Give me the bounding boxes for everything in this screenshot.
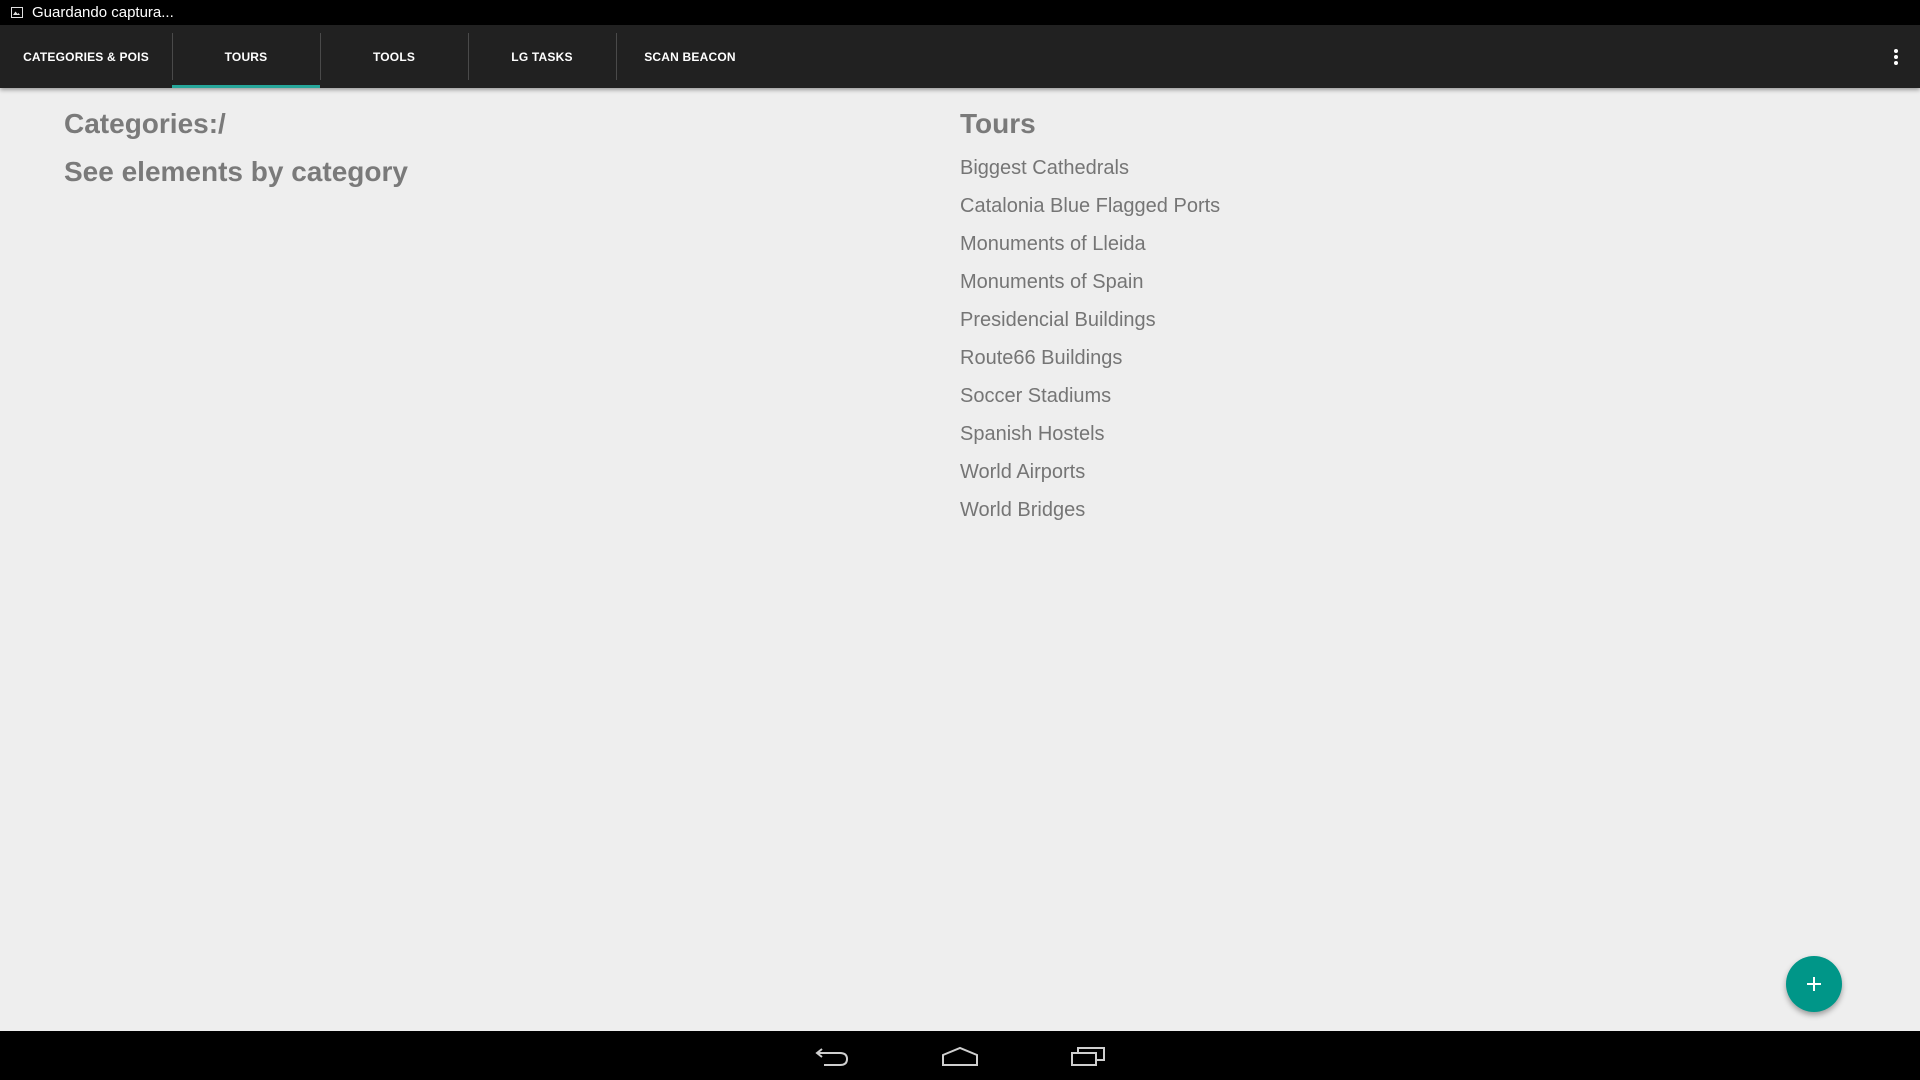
tour-item[interactable]: Spanish Hostels — [960, 415, 1220, 453]
tab-label: CATEGORIES & POIS — [23, 49, 149, 64]
categories-subheading: See elements by category — [64, 156, 408, 187]
tab-categories-pois[interactable]: CATEGORIES & POIS — [0, 25, 172, 88]
tour-item[interactable]: World Bridges — [960, 491, 1220, 529]
tab-tours[interactable]: TOURS — [172, 25, 320, 88]
more-vert-icon[interactable] — [1872, 25, 1920, 88]
tab-label: TOOLS — [372, 49, 416, 64]
notification-text: Guardando captura... — [32, 4, 174, 21]
tab-label: LG TASKS — [511, 49, 573, 64]
tab-scan-beacon[interactable]: SCAN BEACON — [616, 25, 764, 88]
status-bar: Guardando captura... — [0, 0, 1920, 25]
categories-panel: Categories:/ See elements by category — [64, 108, 408, 204]
tab-tools[interactable]: TOOLS — [320, 25, 468, 88]
tour-item[interactable]: World Airports — [960, 453, 1220, 491]
tab-lg-tasks[interactable]: LG TASKS — [468, 25, 616, 88]
categories-heading: Categories:/ — [64, 108, 226, 139]
tours-list: Biggest Cathedrals Catalonia Blue Flagge… — [960, 149, 1220, 529]
image-icon — [11, 7, 23, 18]
tour-item[interactable]: Presidencial Buildings — [960, 301, 1220, 339]
tours-title: Tours — [960, 108, 1036, 139]
back-icon[interactable] — [813, 1041, 851, 1071]
tour-item[interactable]: Biggest Cathedrals — [960, 149, 1220, 187]
tab-bar: CATEGORIES & POIS TOURS TOOLS LG TASKS S… — [0, 25, 1920, 88]
tour-item[interactable]: Catalonia Blue Flagged Ports — [960, 187, 1220, 225]
recent-apps-icon[interactable] — [1069, 1041, 1107, 1071]
home-icon[interactable] — [941, 1041, 979, 1071]
main-content: Categories:/ See elements by category To… — [0, 88, 1920, 1031]
tab-label: SCAN BEACON — [644, 49, 736, 64]
tour-item[interactable]: Soccer Stadiums — [960, 377, 1220, 415]
tour-item[interactable]: Monuments of Spain — [960, 263, 1220, 301]
tab-label: TOURS — [224, 49, 268, 64]
tour-item[interactable]: Monuments of Lleida — [960, 225, 1220, 263]
tour-item[interactable]: Route66 Buildings — [960, 339, 1220, 377]
tours-panel: Tours Biggest Cathedrals Catalonia Blue … — [960, 108, 1220, 529]
add-tour-button[interactable] — [1786, 956, 1842, 1012]
navigation-bar — [0, 1031, 1920, 1080]
plus-icon — [1807, 977, 1821, 991]
